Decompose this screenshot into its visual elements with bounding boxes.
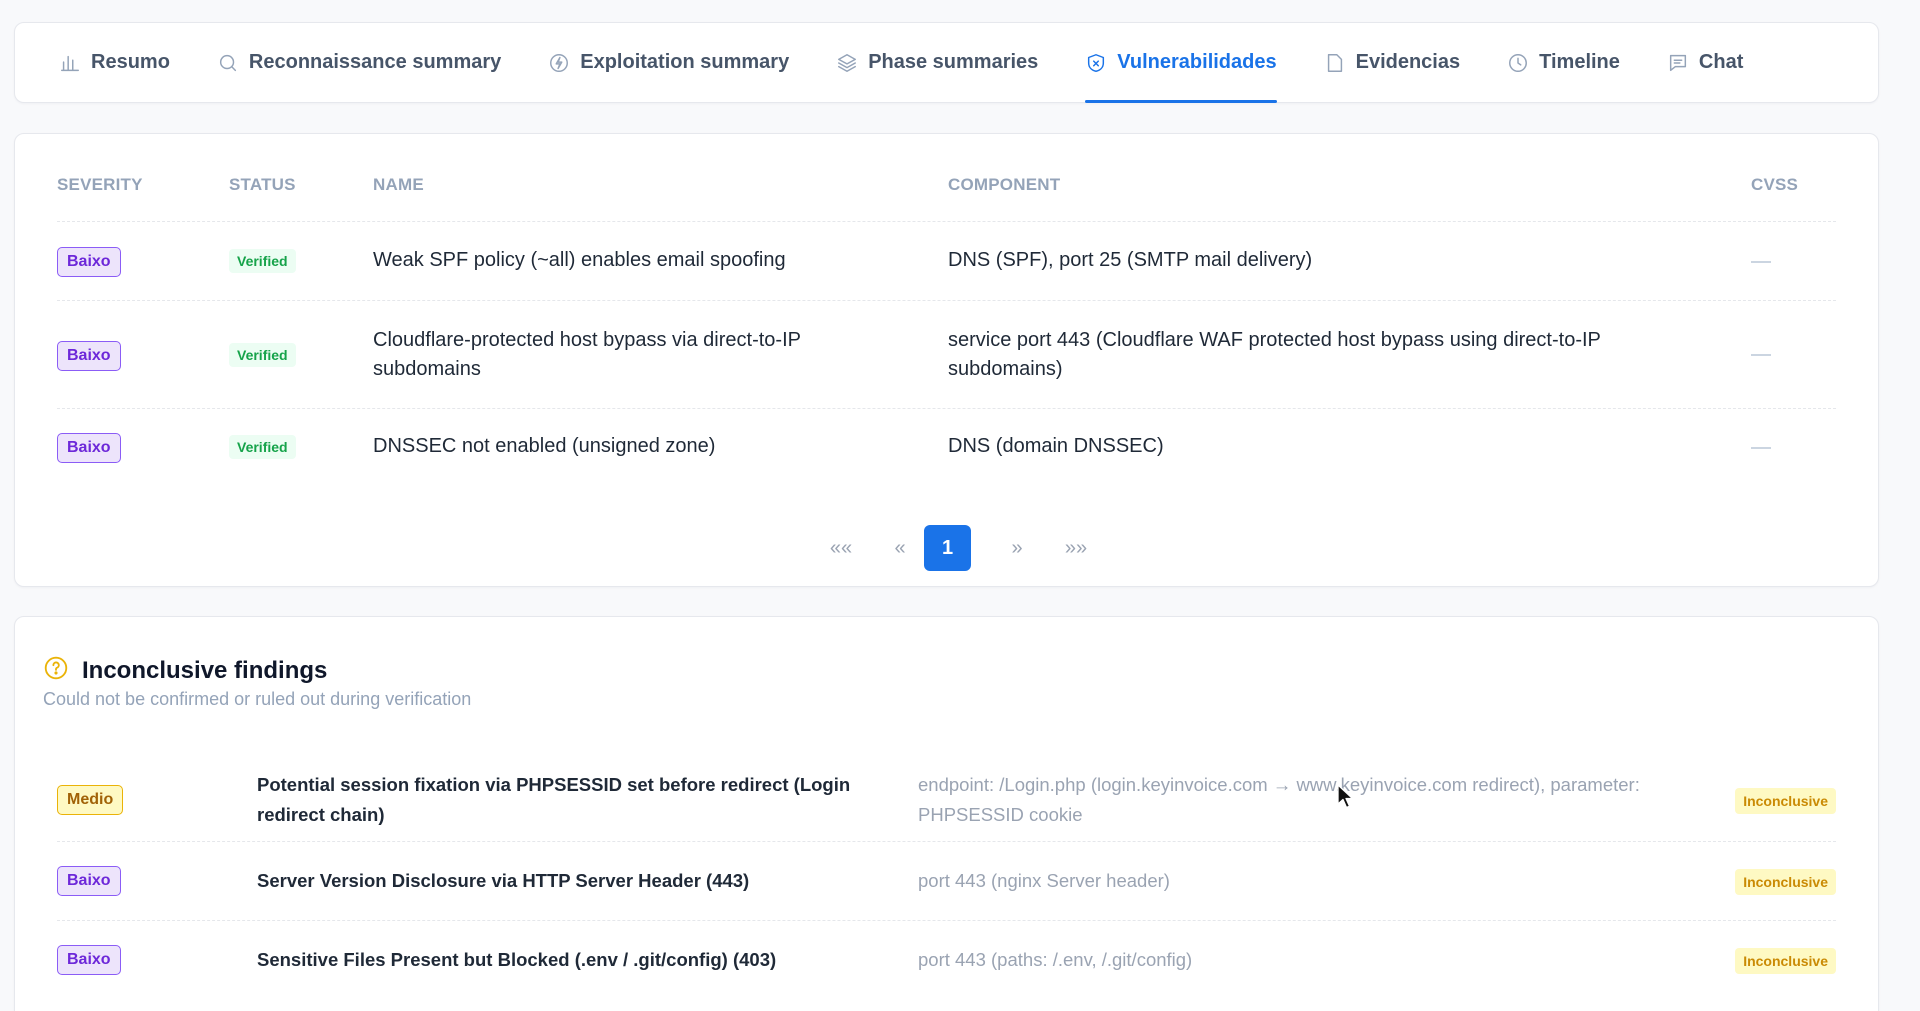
vuln-name-line: Cloudflare-protected host bypass via dir… (373, 329, 801, 351)
question-circle-icon (44, 656, 68, 680)
tab-vulnerabilidades[interactable]: Vulnerabilidades (1085, 23, 1277, 103)
table-row[interactable]: Baixo Verified Weak SPF policy (~all) en… (57, 221, 1836, 300)
vuln-name-line: subdomains (373, 358, 481, 380)
finding-name-line: Potential session fixation via PHPSESSID… (257, 774, 851, 795)
status-badge: Verified (229, 249, 296, 273)
inconclusive-badge: Inconclusive (1735, 948, 1836, 974)
severity-badge: Baixo (57, 945, 121, 975)
last-page-button[interactable]: »» (1056, 525, 1096, 571)
tab-timeline[interactable]: Timeline (1507, 23, 1620, 102)
vuln-component: service port 443 (Cloudflare WAF protect… (948, 326, 1601, 384)
prev-page-button[interactable]: « (885, 525, 915, 571)
column-header-status[interactable]: STATUS (229, 175, 296, 195)
finding-component: port 443 (nginx Server header) (918, 870, 1170, 891)
severity-badge: Baixo (57, 433, 121, 463)
section-title: Inconclusive findings (82, 657, 328, 684)
finding-name-line: redirect chain) (257, 804, 385, 825)
status-badge: Verified (229, 435, 296, 459)
vuln-component: DNS (domain DNSSEC) (948, 435, 1164, 457)
vuln-name: Weak SPF policy (~all) enables email spo… (373, 249, 786, 271)
inconclusive-badge: Inconclusive (1735, 869, 1836, 895)
tab-label: Timeline (1539, 51, 1620, 73)
tab-label: Exploitation summary (580, 51, 790, 73)
pagination: «« « 1 » »» (15, 525, 1878, 571)
finding-component-line: PHPSESSID cookie (918, 804, 1083, 825)
finding-name: Potential session fixation via PHPSESSID… (257, 770, 850, 830)
finding-name: Sensitive Files Present but Blocked (.en… (257, 949, 777, 970)
tab-label: Phase summaries (868, 51, 1039, 73)
inconclusive-badge: Inconclusive (1735, 788, 1836, 814)
inconclusive-findings-card: Inconclusive findings Could not be confi… (14, 616, 1879, 1011)
finding-row[interactable]: Baixo Sensitive Files Present but Blocke… (57, 920, 1836, 999)
column-header-name[interactable]: NAME (373, 175, 424, 195)
severity-badge: Medio (57, 785, 124, 815)
vuln-component-line: service port 443 (Cloudflare WAF protect… (948, 329, 1601, 351)
tab-label: Resumo (91, 51, 170, 73)
tab-label: Reconnaissance summary (248, 51, 502, 73)
severity-badge: Baixo (57, 866, 121, 896)
tab-chat[interactable]: Chat (1667, 23, 1743, 102)
tab-reconnaissance-summary[interactable]: Reconnaissance summary (217, 23, 501, 102)
finding-component: endpoint: /Login.php (login.keyinvoice.c… (918, 770, 1640, 830)
vuln-component-line: subdomains) (948, 358, 1063, 380)
vuln-name: DNSSEC not enabled (unsigned zone) (373, 435, 716, 457)
cvss-empty (1751, 447, 1771, 449)
table-row[interactable]: Baixo Verified Cloudflare-protected host… (57, 300, 1836, 408)
finding-component-line: endpoint: /Login.php (login.keyinvoice.c… (918, 774, 1640, 795)
tab-resumo[interactable]: Resumo (59, 23, 170, 102)
column-header-cvss[interactable]: CVSS (1751, 175, 1798, 195)
first-page-button[interactable]: «« (821, 525, 861, 571)
tab-label: Chat (1698, 51, 1744, 73)
section-subtitle: Could not be confirmed or ruled out duri… (43, 689, 472, 709)
mouse-cursor-icon (1337, 784, 1354, 809)
tab-phase-summaries[interactable]: Phase summaries (836, 23, 1038, 102)
tab-bar: Resumo Reconnaissance summary Exploitati… (14, 22, 1879, 103)
finding-name: Server Version Disclosure via HTTP Serve… (257, 870, 750, 891)
cvss-empty (1751, 354, 1771, 356)
tab-label: Vulnerabilidades (1117, 51, 1277, 73)
finding-component: port 443 (paths: /.env, /.git/config) (918, 949, 1193, 970)
bar-chart-icon (61, 55, 79, 71)
tab-exploitation-summary[interactable]: Exploitation summary (548, 23, 789, 102)
vuln-name: Cloudflare-protected host bypass via dir… (373, 326, 801, 384)
table-row[interactable]: Baixo Verified DNSSEC not enabled (unsig… (57, 408, 1836, 486)
tab-label: Evidencias (1355, 51, 1461, 73)
chat-icon (1669, 54, 1686, 71)
tab-evidencias[interactable]: Evidencias (1324, 23, 1461, 102)
shield-x-icon (1088, 53, 1105, 72)
column-header-component[interactable]: COMPONENT (948, 175, 1060, 195)
vuln-component: DNS (SPF), port 25 (SMTP mail delivery) (948, 249, 1313, 271)
severity-badge: Baixo (57, 247, 121, 277)
status-badge: Verified (229, 343, 296, 367)
finding-row[interactable]: Medio Potential session fixation via PHP… (57, 743, 1836, 855)
finding-row[interactable]: Baixo Server Version Disclosure via HTTP… (57, 841, 1836, 920)
table-header: SEVERITY STATUS NAME COMPONENT CVSS (57, 175, 1836, 215)
layers-icon (838, 53, 857, 72)
bolt-circle-icon (550, 53, 569, 72)
folder-icon (1327, 53, 1342, 72)
severity-badge: Baixo (57, 341, 121, 371)
next-page-button[interactable]: » (1002, 525, 1032, 571)
page-1-button[interactable]: 1 (924, 525, 971, 571)
search-icon (219, 54, 236, 71)
clock-icon (1509, 53, 1528, 72)
column-header-severity[interactable]: SEVERITY (57, 175, 143, 195)
vulnerabilities-card: SEVERITY STATUS NAME COMPONENT CVSS Baix… (14, 133, 1879, 587)
cvss-empty (1751, 261, 1771, 263)
